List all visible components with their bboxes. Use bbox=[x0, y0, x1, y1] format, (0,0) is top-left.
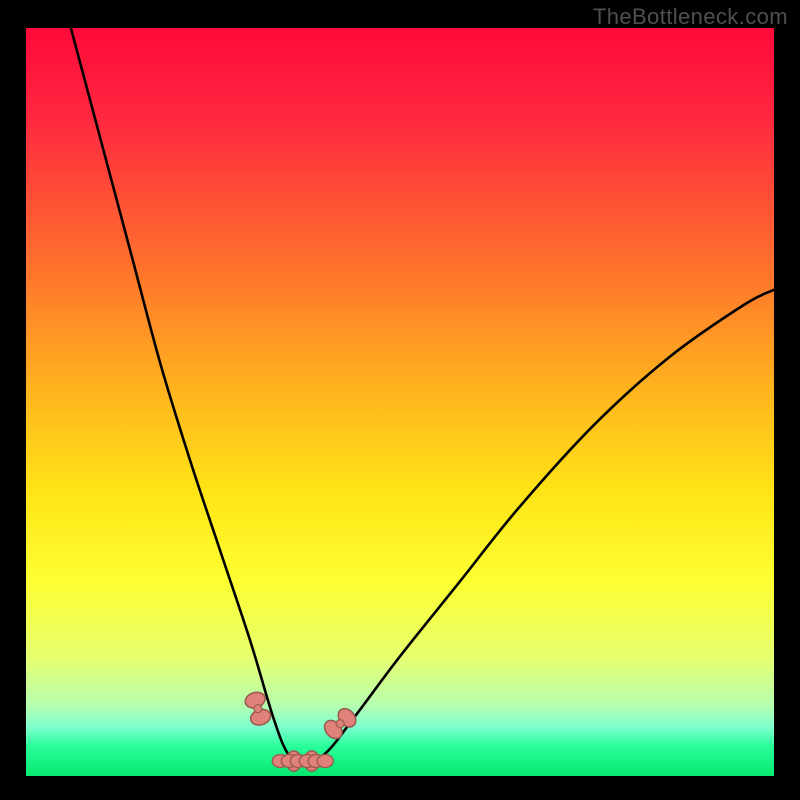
watermark-text: TheBottleneck.com bbox=[593, 4, 788, 30]
gradient-background bbox=[26, 28, 774, 776]
chart-svg bbox=[26, 28, 774, 776]
plot-area bbox=[26, 28, 774, 776]
trough-bead bbox=[317, 755, 333, 768]
chart-frame: TheBottleneck.com bbox=[0, 0, 800, 800]
